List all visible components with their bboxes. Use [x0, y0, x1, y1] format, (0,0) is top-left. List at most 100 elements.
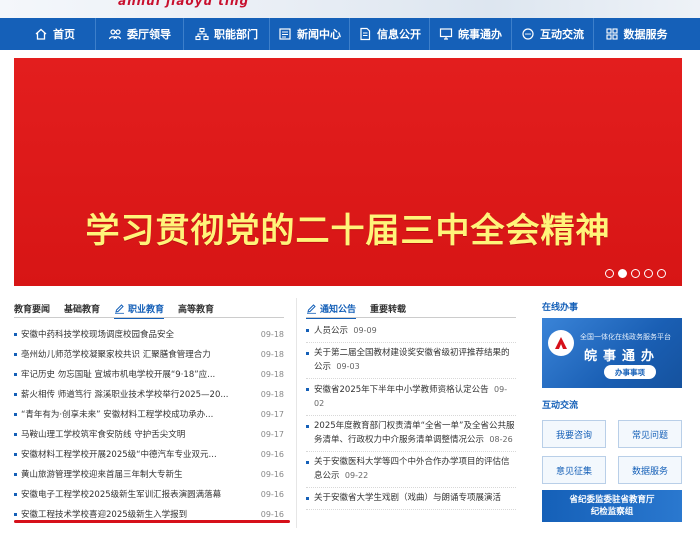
tab-underline — [306, 317, 516, 318]
tab-left_tabs-2[interactable]: 职业教育 — [114, 300, 165, 319]
news-date: 09-16 — [260, 489, 284, 499]
nav-item-label: 委厅领导 — [127, 28, 171, 41]
data-service-button[interactable]: 数据服务 — [618, 456, 682, 484]
news-title: 黄山旅游管理学校迎来首届三年制大专新生 — [21, 470, 183, 480]
bullet-icon — [14, 492, 17, 496]
tab-label: 重要转载 — [370, 304, 407, 315]
wanshi-tongban-banner[interactable]: 全国一体化在线政务服务平台 皖事通办 办事事项 — [542, 318, 682, 388]
document-icon — [358, 27, 372, 41]
news-date: 09-18 — [260, 389, 284, 399]
wanshi-title: 皖事通办 — [584, 349, 661, 364]
news-title: 牢记历史 勿忘国耻 宣城市机电学校开展“9·18”应... — [21, 370, 216, 380]
bullet-icon — [14, 512, 17, 516]
hero-dot-1[interactable] — [605, 269, 614, 278]
announcement-item[interactable]: 关于第二届全国教材建设奖安徽省级初评推荐结果的公示 09-03 — [306, 347, 516, 379]
news-date: 09-16 — [260, 509, 284, 519]
news-item[interactable]: 安徽电子工程学校2025级新生军训汇报表演圆满落幕 09-16 — [14, 484, 284, 504]
tab-mid_tabs-0[interactable]: 通知公告 — [306, 300, 357, 319]
nav-item-4[interactable]: 信息公开 — [350, 18, 430, 50]
announcement-item[interactable]: 人员公示 09-09 — [306, 324, 516, 343]
discipline-inspection-banner[interactable]: 省纪委监委驻省教育厅 纪检监察组 — [542, 490, 682, 522]
grid-icon — [605, 27, 619, 41]
nav-item-0[interactable]: 首页 — [14, 18, 96, 50]
bullet-icon — [14, 392, 17, 396]
tab-label: 基础教育 — [64, 304, 101, 315]
home-icon — [34, 27, 48, 41]
hero-dot-3[interactable] — [631, 269, 640, 278]
wanshi-items-button[interactable]: 办事事项 — [604, 365, 656, 379]
news-title: 安徽中药科技学校现场调度校园食品安全 — [21, 330, 175, 340]
news-title: 亳州幼儿师范学校凝聚家校共识 汇聚膳食管理合力 — [21, 350, 211, 360]
nav-item-5[interactable]: 皖事通办 — [430, 18, 512, 50]
interact-title: 互动交流 — [542, 401, 579, 411]
hero-dot-4[interactable] — [644, 269, 653, 278]
tab-label: 高等教育 — [178, 304, 215, 315]
bullet-icon — [14, 352, 17, 356]
interact-buttons: 我要咨询 常见问题 意见征集 数据服务 — [542, 420, 682, 484]
news-date: 09-18 — [260, 349, 284, 359]
main-nav: 首页 委厅领导 职能部门 新闻中心 信息公开 皖事通办 互动交流 数据服务 — [0, 18, 700, 50]
tab-left_tabs-0[interactable]: 教育要闻 — [14, 300, 50, 316]
tab-label: 通知公告 — [320, 304, 357, 315]
jijian-line2: 纪检监察组 — [590, 507, 634, 517]
tab-mid_tabs-1[interactable]: 重要转载 — [370, 300, 406, 316]
announcement-date: 08-26 — [489, 435, 513, 444]
news-item[interactable]: 亳州幼儿师范学校凝聚家校共识 汇聚膳食管理合力 09-18 — [14, 344, 284, 364]
news-item[interactable]: 安徽材料工程学校开展2025级“中德汽车专业双元... 09-16 — [14, 444, 284, 464]
news-title: 马鞍山理工学校筑牢食安防线 守护舌尖文明 — [21, 430, 186, 440]
announcement-title: 人员公示 — [314, 326, 349, 336]
bullet-icon — [14, 472, 17, 476]
announcement-item[interactable]: 安徽省2025年下半年中小学教师资格认定公告 09-02 — [306, 383, 516, 416]
nav-item-7[interactable]: 数据服务 — [594, 18, 678, 50]
announcement-list: 人员公示 09-09 关于第二届全国教材建设奖安徽省级初评推荐结果的公示 09-0… — [306, 324, 516, 514]
announcement-column: 通知公告 重要转载 人员公示 09-09 关于第二届全国教材建设奖安徽省级初评推荐结… — [306, 300, 516, 510]
jijian-line1: 省纪委监委驻省教育厅 — [569, 495, 655, 505]
news-item[interactable]: 黄山旅游管理学校迎来首届三年制大专新生 09-16 — [14, 464, 284, 484]
announcement-date: 09-09 — [353, 326, 377, 335]
hero-pagination — [605, 269, 666, 278]
news-item[interactable]: 薪火相传 师道笃行 滁溪职业技术学校举行2025—20... 09-18 — [14, 384, 284, 404]
pen-icon — [115, 303, 125, 314]
online-service-title: 在线办事 — [542, 303, 579, 313]
bullet-icon — [14, 452, 17, 456]
tab-left_tabs-3[interactable]: 高等教育 — [178, 300, 214, 316]
faq-button[interactable]: 常见问题 — [618, 420, 682, 448]
news-tabs: 教育要闻 基础教育 职业教育 高等教育 — [14, 300, 284, 319]
news-item[interactable]: 马鞍山理工学校筑牢食安防线 守护舌尖文明 09-17 — [14, 424, 284, 444]
announcement-item[interactable]: 关于安徽省大学生戏剧（戏曲）与朗诵专项展演活 — [306, 492, 516, 510]
announcement-item[interactable]: 关于安徽医科大学等四个中外合作办学项目的评估信息公示 09-22 — [306, 456, 516, 488]
hero-banner[interactable]: 学习贯彻党的二十届三中全会精神 — [14, 58, 682, 286]
news-list: 安徽中药科技学校现场调度校园食品安全 09-18 亳州幼儿师范学校凝聚家校共识 汇聚… — [14, 324, 284, 524]
bullet-icon — [14, 332, 17, 336]
hero-dot-5[interactable] — [657, 269, 666, 278]
consult-button[interactable]: 我要咨询 — [542, 420, 606, 448]
nav-item-2[interactable]: 职能部门 — [184, 18, 270, 50]
opinion-button[interactable]: 意见征集 — [542, 456, 606, 484]
column-divider — [296, 298, 297, 528]
announcement-title: 关于安徽医科大学等四个中外合作办学项目的评估信息公示 — [314, 457, 510, 481]
hero-dot-2[interactable] — [618, 269, 627, 278]
tab-label: 教育要闻 — [14, 304, 51, 315]
nav-item-6[interactable]: 互动交流 — [512, 18, 594, 50]
bullet-icon — [14, 372, 17, 376]
nav-item-label: 数据服务 — [623, 28, 668, 41]
news-item[interactable]: 安徽中药科技学校现场调度校园食品安全 09-18 — [14, 324, 284, 344]
news-item[interactable]: 牢记历史 勿忘国耻 宣城市机电学校开展“9·18”应... 09-18 — [14, 364, 284, 384]
nav-item-3[interactable]: 新闻中心 — [270, 18, 350, 50]
nav-item-label: 职能部门 — [214, 28, 258, 41]
announcement-title: 关于安徽省大学生戏剧（戏曲）与朗诵专项展演活 — [314, 493, 502, 503]
org-chart-icon — [195, 27, 209, 41]
news-item[interactable]: “青年有为·创享未来” 安徽材料工程学校成功承办... 09-17 — [14, 404, 284, 424]
tab-left_tabs-1[interactable]: 基础教育 — [64, 300, 100, 316]
nav-item-1[interactable]: 委厅领导 — [96, 18, 184, 50]
tab-label: 职业教育 — [128, 304, 165, 315]
nav-item-label: 皖事通办 — [458, 28, 502, 41]
news-title: 安徽材料工程学校开展2025级“中德汽车专业双元... — [21, 450, 217, 460]
announcement-item[interactable]: 2025年度教育部门权责清单“全省一单”及全省公共服务清单、行政权力中介服务清单… — [306, 420, 516, 452]
chat-icon — [521, 27, 535, 41]
news-date: 09-16 — [260, 469, 284, 479]
wanshi-logo-icon — [548, 330, 574, 356]
pen-icon — [307, 303, 316, 314]
newspaper-icon — [278, 27, 292, 41]
hero-title: 学习贯彻党的二十届三中全会精神 — [85, 211, 611, 251]
